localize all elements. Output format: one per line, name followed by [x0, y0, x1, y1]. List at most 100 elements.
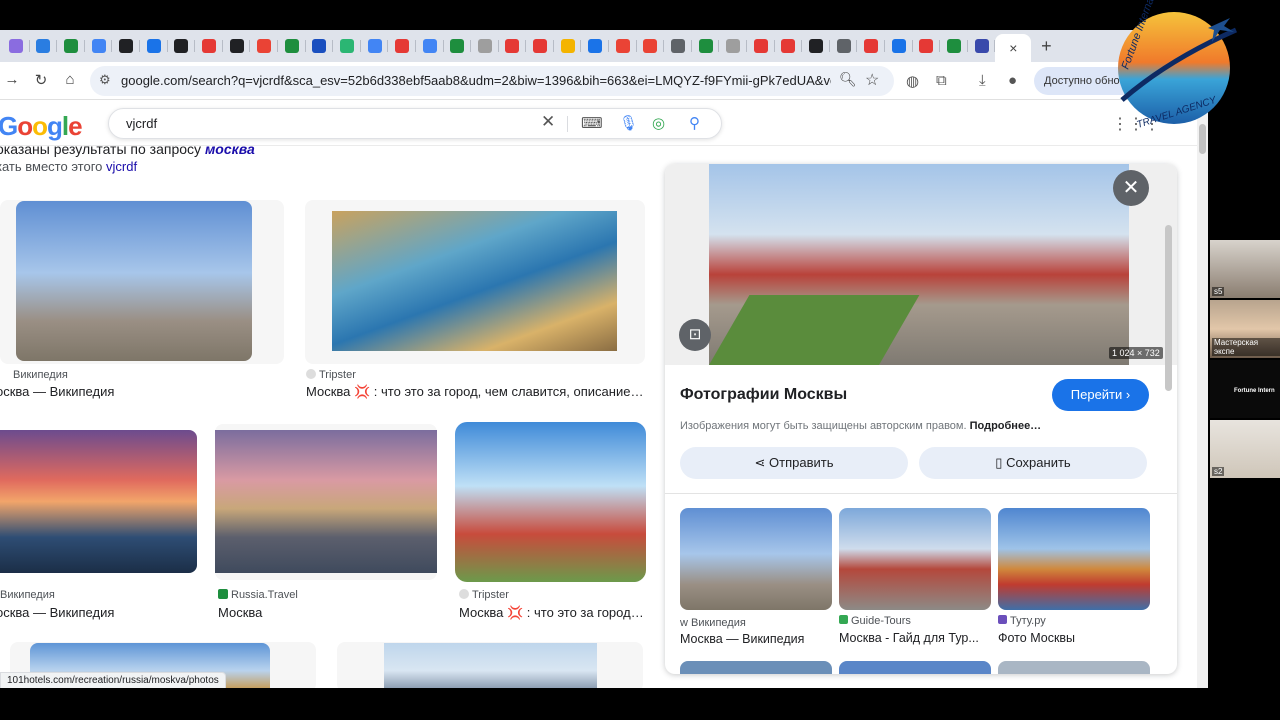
browser-tab[interactable] — [968, 30, 996, 62]
result-thumbnail[interactable] — [455, 422, 646, 582]
browser-tab[interactable] — [499, 30, 527, 62]
url-text[interactable]: google.com/search?q=vjcrdf&sca_esv=52b6d… — [121, 73, 831, 88]
tab-favicon-icon — [505, 39, 520, 53]
preview-title[interactable]: Фотографии Москвы — [680, 386, 847, 404]
profile-icon[interactable]: ● — [1008, 72, 1017, 89]
result-title[interactable]: Москва 💢 : что это за город,... — [459, 605, 645, 621]
result-thumbnail[interactable] — [384, 643, 597, 688]
clear-icon[interactable]: ✕ — [541, 112, 555, 132]
browser-tab[interactable] — [802, 30, 830, 62]
share-button[interactable]: ⋖ Отправить — [680, 447, 908, 479]
related-title[interactable]: Москва — Википедия — [680, 632, 830, 646]
browser-tab[interactable] — [361, 30, 389, 62]
browser-tab[interactable] — [581, 30, 609, 62]
learn-more-link[interactable]: Подробнее… — [970, 420, 1042, 432]
browser-tab-strip[interactable]: × + — [0, 30, 1208, 62]
browser-tab[interactable] — [388, 30, 416, 62]
browser-tab[interactable] — [637, 30, 665, 62]
browser-tab[interactable] — [30, 30, 58, 62]
result-title[interactable]: Москва 💢 : что это за город, чем славитс… — [306, 384, 644, 400]
result-thumbnail[interactable] — [0, 430, 197, 573]
lens-search-icon[interactable]: ⊡ — [679, 319, 711, 351]
result-source[interactable]: Википедия — [0, 369, 68, 381]
save-button[interactable]: ▯ Сохранить — [919, 447, 1147, 479]
related-source[interactable]: w Википедия — [680, 617, 746, 629]
result-title[interactable]: Москва — [218, 605, 438, 620]
google-logo[interactable]: Google — [0, 111, 83, 142]
result-title[interactable]: осква — Википедия — [0, 605, 196, 620]
browser-tab[interactable] — [223, 30, 251, 62]
related-image[interactable] — [998, 508, 1150, 610]
browser-tab[interactable] — [416, 30, 444, 62]
result-title[interactable]: осква — Википедия — [0, 384, 276, 399]
bookmark-star-icon[interactable]: ☆ — [865, 70, 879, 90]
browser-tab[interactable] — [278, 30, 306, 62]
result-thumbnail[interactable] — [16, 201, 252, 361]
result-source[interactable]: Википедия — [0, 589, 55, 601]
browser-tab[interactable] — [2, 30, 30, 62]
browser-tab[interactable] — [112, 30, 140, 62]
browser-tab[interactable] — [306, 30, 334, 62]
visit-button[interactable]: Перейти › — [1052, 379, 1149, 411]
home-icon[interactable]: ⌂ — [60, 71, 80, 88]
browser-tab[interactable] — [830, 30, 858, 62]
browser-tab[interactable] — [747, 30, 775, 62]
close-icon[interactable]: ✕ — [1113, 170, 1149, 206]
related-source[interactable]: Туту.ру — [998, 615, 1046, 627]
browser-tab[interactable] — [85, 30, 113, 62]
result-thumbnail[interactable] — [332, 211, 617, 351]
keyboard-icon[interactable]: ⌨ — [581, 114, 603, 132]
result-source[interactable]: Tripster — [459, 589, 509, 601]
related-image[interactable] — [998, 661, 1150, 674]
browser-tab[interactable] — [195, 30, 223, 62]
browser-tab[interactable] — [913, 30, 941, 62]
result-source[interactable]: Tripster — [306, 369, 356, 381]
browser-tab[interactable] — [333, 30, 361, 62]
corrected-query-link[interactable]: москва — [205, 141, 255, 157]
result-source[interactable]: Russia.Travel — [218, 589, 298, 601]
browser-tab[interactable] — [775, 30, 803, 62]
browser-tab[interactable] — [471, 30, 499, 62]
browser-tab[interactable] — [857, 30, 885, 62]
browser-tab[interactable] — [719, 30, 747, 62]
browser-tab[interactable] — [885, 30, 913, 62]
browser-tab[interactable] — [168, 30, 196, 62]
result-thumbnail[interactable] — [215, 430, 437, 573]
reload-icon[interactable]: ↻ — [31, 71, 51, 89]
download-icon[interactable]: ⤓ — [979, 72, 986, 89]
browser-tab[interactable] — [140, 30, 168, 62]
browser-tab[interactable] — [444, 30, 472, 62]
active-tab-close-icon[interactable]: × — [995, 34, 1032, 62]
search-input[interactable]: vjcrdf — [126, 116, 157, 131]
browser-tab[interactable] — [609, 30, 637, 62]
extensions-icon[interactable]: ⧉ — [936, 72, 947, 89]
related-image[interactable] — [680, 661, 832, 674]
preview-image[interactable] — [709, 164, 1129, 365]
related-image[interactable] — [839, 508, 991, 610]
globe-icon[interactable]: ◍ — [906, 72, 919, 90]
related-image[interactable] — [680, 508, 832, 610]
browser-tab[interactable] — [250, 30, 278, 62]
lens-icon[interactable]: ◎ — [652, 114, 665, 132]
browser-tab[interactable] — [554, 30, 582, 62]
forward-icon[interactable]: → — [2, 71, 22, 88]
related-source[interactable]: Guide-Tours — [839, 615, 911, 627]
site-info-icon[interactable]: ⚙ — [99, 72, 111, 88]
zoom-icon[interactable]: 🔍︎ — [839, 71, 857, 88]
panel-scrollbar[interactable] — [1163, 165, 1175, 673]
related-image[interactable] — [839, 661, 991, 674]
browser-tab[interactable] — [664, 30, 692, 62]
browser-tab[interactable] — [692, 30, 720, 62]
search-box[interactable]: vjcrdf ✕ ⌨ 🎙︎ ◎ ⚲ — [108, 108, 722, 139]
browser-tab[interactable] — [526, 30, 554, 62]
new-tab-icon[interactable]: + — [1031, 30, 1061, 62]
browser-tab[interactable] — [940, 30, 968, 62]
original-query-link[interactable]: vjcrdf — [106, 159, 137, 174]
browser-tab[interactable] — [57, 30, 85, 62]
page-scrollbar[interactable] — [1197, 100, 1208, 688]
search-icon[interactable]: ⚲ — [689, 114, 700, 132]
related-title[interactable]: Москва - Гайд для Тур... — [839, 631, 989, 645]
omnibox[interactable]: ⚙ google.com/search?q=vjcrdf&sca_esv=52b… — [90, 66, 894, 96]
mic-icon[interactable]: 🎙︎ — [619, 114, 638, 132]
related-title[interactable]: Фото Москвы — [998, 631, 1148, 645]
